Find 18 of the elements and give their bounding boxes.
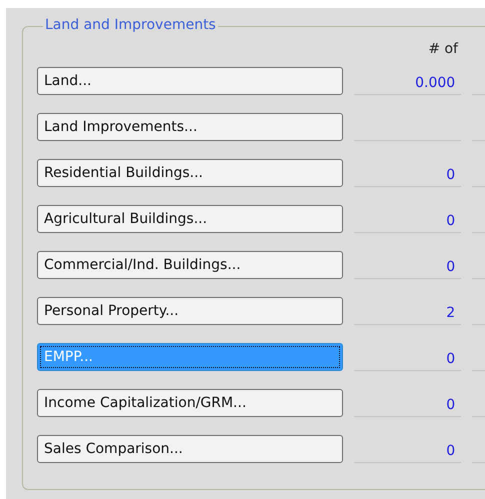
dialog-button[interactable]: Agricultural Buildings... (37, 205, 343, 233)
dialog-button[interactable]: Land... (37, 67, 343, 95)
dialog-button[interactable]: Personal Property... (37, 297, 343, 325)
dialog-button[interactable]: Income Capitalization/GRM... (37, 389, 343, 417)
count-value: 0 (446, 166, 456, 185)
dialog-button[interactable]: Commercial/Ind. Buildings... (37, 251, 343, 279)
dialog-button[interactable]: Sales Comparison... (37, 435, 343, 463)
count-value: 0 (446, 258, 456, 277)
count-value: 0.000 (415, 74, 456, 93)
count-value: 0 (446, 212, 456, 231)
count-value: 0 (446, 350, 456, 369)
group-title: Land and Improvements (43, 16, 218, 34)
dialog-button[interactable]: Residential Buildings... (37, 159, 343, 187)
dialog-button[interactable]: Land Improvements... (37, 113, 343, 141)
column-header: # of (428, 40, 458, 59)
count-value: 2 (446, 304, 456, 323)
count-value: 0 (446, 396, 456, 415)
count-value: 0 (446, 442, 456, 461)
